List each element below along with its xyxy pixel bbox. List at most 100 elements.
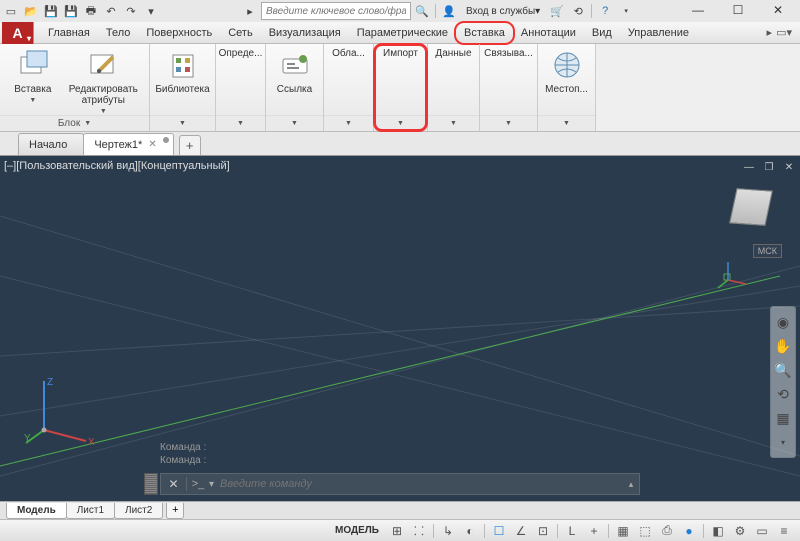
search-container: ▸ 🔍 👤 Вход в службы ▾ 🛒 ⟲ ? ▾ — [240, 2, 636, 20]
redo-icon[interactable]: ↷ — [122, 2, 140, 20]
geolocation-label: Местоп... — [545, 84, 588, 95]
tab-view[interactable]: Вид — [584, 22, 620, 44]
geolocation-button[interactable]: Местоп... — [543, 47, 590, 113]
app-menu-button[interactable]: A — [2, 22, 34, 44]
add-layout-button[interactable]: + — [166, 503, 184, 519]
minimize-button[interactable]: — — [684, 0, 712, 20]
tab-annotate[interactable]: Аннотации — [513, 22, 584, 44]
grid-lines — [0, 156, 800, 501]
ribbon-overflow[interactable]: ▸ ▭▾ — [767, 26, 800, 39]
tab-manage[interactable]: Управление — [620, 22, 697, 44]
panel-import: Импорт ▼ — [374, 44, 428, 131]
edit-attributes-icon — [87, 49, 119, 81]
panel-library-footer[interactable]: ▼ — [150, 115, 215, 131]
modelspace-label[interactable]: МОДЕЛЬ — [335, 525, 379, 536]
maximize-button[interactable]: ☐ — [724, 0, 752, 20]
tab-insert[interactable]: Вставка — [456, 22, 513, 44]
wcs-badge[interactable]: МСК — [753, 244, 782, 258]
view-cube-face[interactable] — [729, 188, 773, 226]
cloud-label: Обла... — [332, 48, 365, 59]
viewport[interactable]: [–][Пользовательский вид][Концептуальный… — [0, 156, 800, 501]
edit-attributes-button[interactable]: Редактировать атрибуты ▼ — [64, 47, 143, 113]
command-input[interactable] — [214, 478, 623, 490]
new-icon[interactable]: ▭ — [2, 2, 20, 20]
tab-sheet2[interactable]: Лист2 — [114, 503, 163, 519]
person-icon[interactable]: 👤 — [439, 2, 459, 20]
doc-tab-drawing1[interactable]: Чертеж1* ✕ — [83, 133, 173, 155]
pan-icon[interactable]: ✋ — [774, 337, 792, 355]
qat-dropdown-icon[interactable]: ▾ — [142, 2, 160, 20]
tab-sheet1[interactable]: Лист1 — [66, 503, 115, 519]
status-bar: МОДЕЛЬ ⊞ ⸬ ↳ ◐ ☐ ∠ ⊡ L + ▦ ⬚ ⎙ ● ◧ ⚙ ▭ ≡ — [0, 519, 800, 541]
tab-surface[interactable]: Поверхность — [138, 22, 220, 44]
tab-parametric[interactable]: Параметрические — [349, 22, 456, 44]
panel-bind-footer[interactable]: ▼ — [480, 115, 537, 131]
command-prompt-icon: >_ — [187, 478, 209, 490]
orbit-icon[interactable]: ⟲ — [774, 385, 792, 403]
signin-button[interactable]: Вход в службы ▾ — [460, 2, 546, 20]
panel-cloud-footer[interactable]: ▼ — [324, 115, 373, 131]
define-label: Опреде... — [219, 48, 263, 59]
panel-bind: Связыва... ▼ — [480, 44, 538, 131]
zoom-icon[interactable]: 🔍 — [774, 361, 792, 379]
search-icon[interactable]: 🔍 — [412, 2, 432, 20]
add-tab-button[interactable]: + — [179, 135, 201, 155]
panel-block-title: Блок — [58, 118, 80, 129]
link-button[interactable]: Ссылка — [272, 47, 317, 113]
panel-import-footer[interactable]: ▼ — [374, 115, 427, 131]
undo-icon[interactable]: ↶ — [102, 2, 120, 20]
doc-tab-start-label: Начало — [29, 139, 67, 151]
doc-tab-drawing1-label: Чертеж1* — [94, 139, 142, 151]
title-bar: ▭ 📂 💾 💾 🖶 ↶ ↷ ▾ ▸ 🔍 👤 Вход в службы ▾ 🛒 … — [0, 0, 800, 22]
axis-x-label: X — [88, 437, 94, 445]
navbar-dropdown-icon[interactable]: ▾ — [774, 433, 792, 451]
cart-icon[interactable]: 🛒 — [547, 2, 567, 20]
signin-label: Вход в службы — [466, 6, 535, 17]
open-icon[interactable]: 📂 — [22, 2, 40, 20]
command-line-close-icon[interactable]: ✕ — [161, 477, 187, 491]
ucs-triad[interactable]: X Y Z — [24, 375, 94, 445]
save-icon[interactable]: 💾 — [42, 2, 60, 20]
panel-block-footer[interactable]: Блок ▼ — [0, 115, 149, 131]
close-button[interactable]: ✕ — [764, 0, 792, 20]
panel-geo: Местоп... ▼ — [538, 44, 596, 131]
panel-geo-footer[interactable]: ▼ — [538, 115, 595, 131]
panel-data-footer[interactable]: ▼ — [428, 115, 479, 131]
overflow-icon: ▸ — [767, 26, 773, 39]
tab-mesh[interactable]: Сеть — [220, 22, 260, 44]
insert-block-button[interactable]: Вставка ▼ — [6, 47, 60, 113]
library-button[interactable]: Библиотека — [156, 47, 210, 113]
tab-home[interactable]: Главная — [40, 22, 98, 44]
showmotion-icon[interactable]: ▦ — [774, 409, 792, 427]
panel-define-footer[interactable]: ▼ — [216, 115, 265, 131]
doc-tab-start[interactable]: Начало — [18, 133, 84, 155]
tab-solid[interactable]: Тело — [98, 22, 139, 44]
search-input[interactable] — [261, 2, 411, 20]
tab-visualize[interactable]: Визуализация — [261, 22, 349, 44]
view-cube[interactable] — [722, 178, 780, 236]
tab-model[interactable]: Модель — [6, 503, 67, 519]
panel-link-footer[interactable]: ▼ — [266, 115, 323, 131]
panel-block: Вставка ▼ Редактировать атрибуты ▼ Блок … — [0, 44, 150, 131]
cmd-history-line-1: Команда : — [160, 441, 206, 454]
steering-wheel-icon[interactable]: ◉ — [774, 313, 792, 331]
help-icon[interactable]: ? — [595, 2, 615, 20]
command-line-handle[interactable] — [144, 473, 158, 495]
ribbon-options-icon[interactable]: ▭▾ — [776, 26, 792, 39]
saveas-icon[interactable]: 💾 — [62, 2, 80, 20]
help-dropdown-icon[interactable]: ▾ — [616, 2, 636, 20]
quick-access-toolbar: ▭ 📂 💾 💾 🖶 ↶ ↷ ▾ — [2, 2, 160, 20]
globe-icon — [551, 49, 583, 81]
close-tab-icon[interactable]: ✕ — [148, 139, 156, 150]
panel-data: Данные ▼ — [428, 44, 480, 131]
search-dropdown-icon[interactable]: ▸ — [240, 2, 260, 20]
command-line: ✕ >_ ▾ ▴ — [160, 473, 640, 495]
print-icon[interactable]: 🖶 — [82, 2, 100, 20]
layout-tabs: Модель Лист1 Лист2 + — [0, 501, 800, 519]
edit-attributes-label: Редактировать атрибуты — [69, 84, 138, 106]
panel-library: Библиотека ▼ — [150, 44, 216, 131]
command-recent-icon[interactable]: ▴ — [623, 479, 639, 490]
ribbon-empty — [596, 44, 800, 131]
axis-z-label: Z — [47, 377, 53, 388]
exchange-icon[interactable]: ⟲ — [568, 2, 588, 20]
